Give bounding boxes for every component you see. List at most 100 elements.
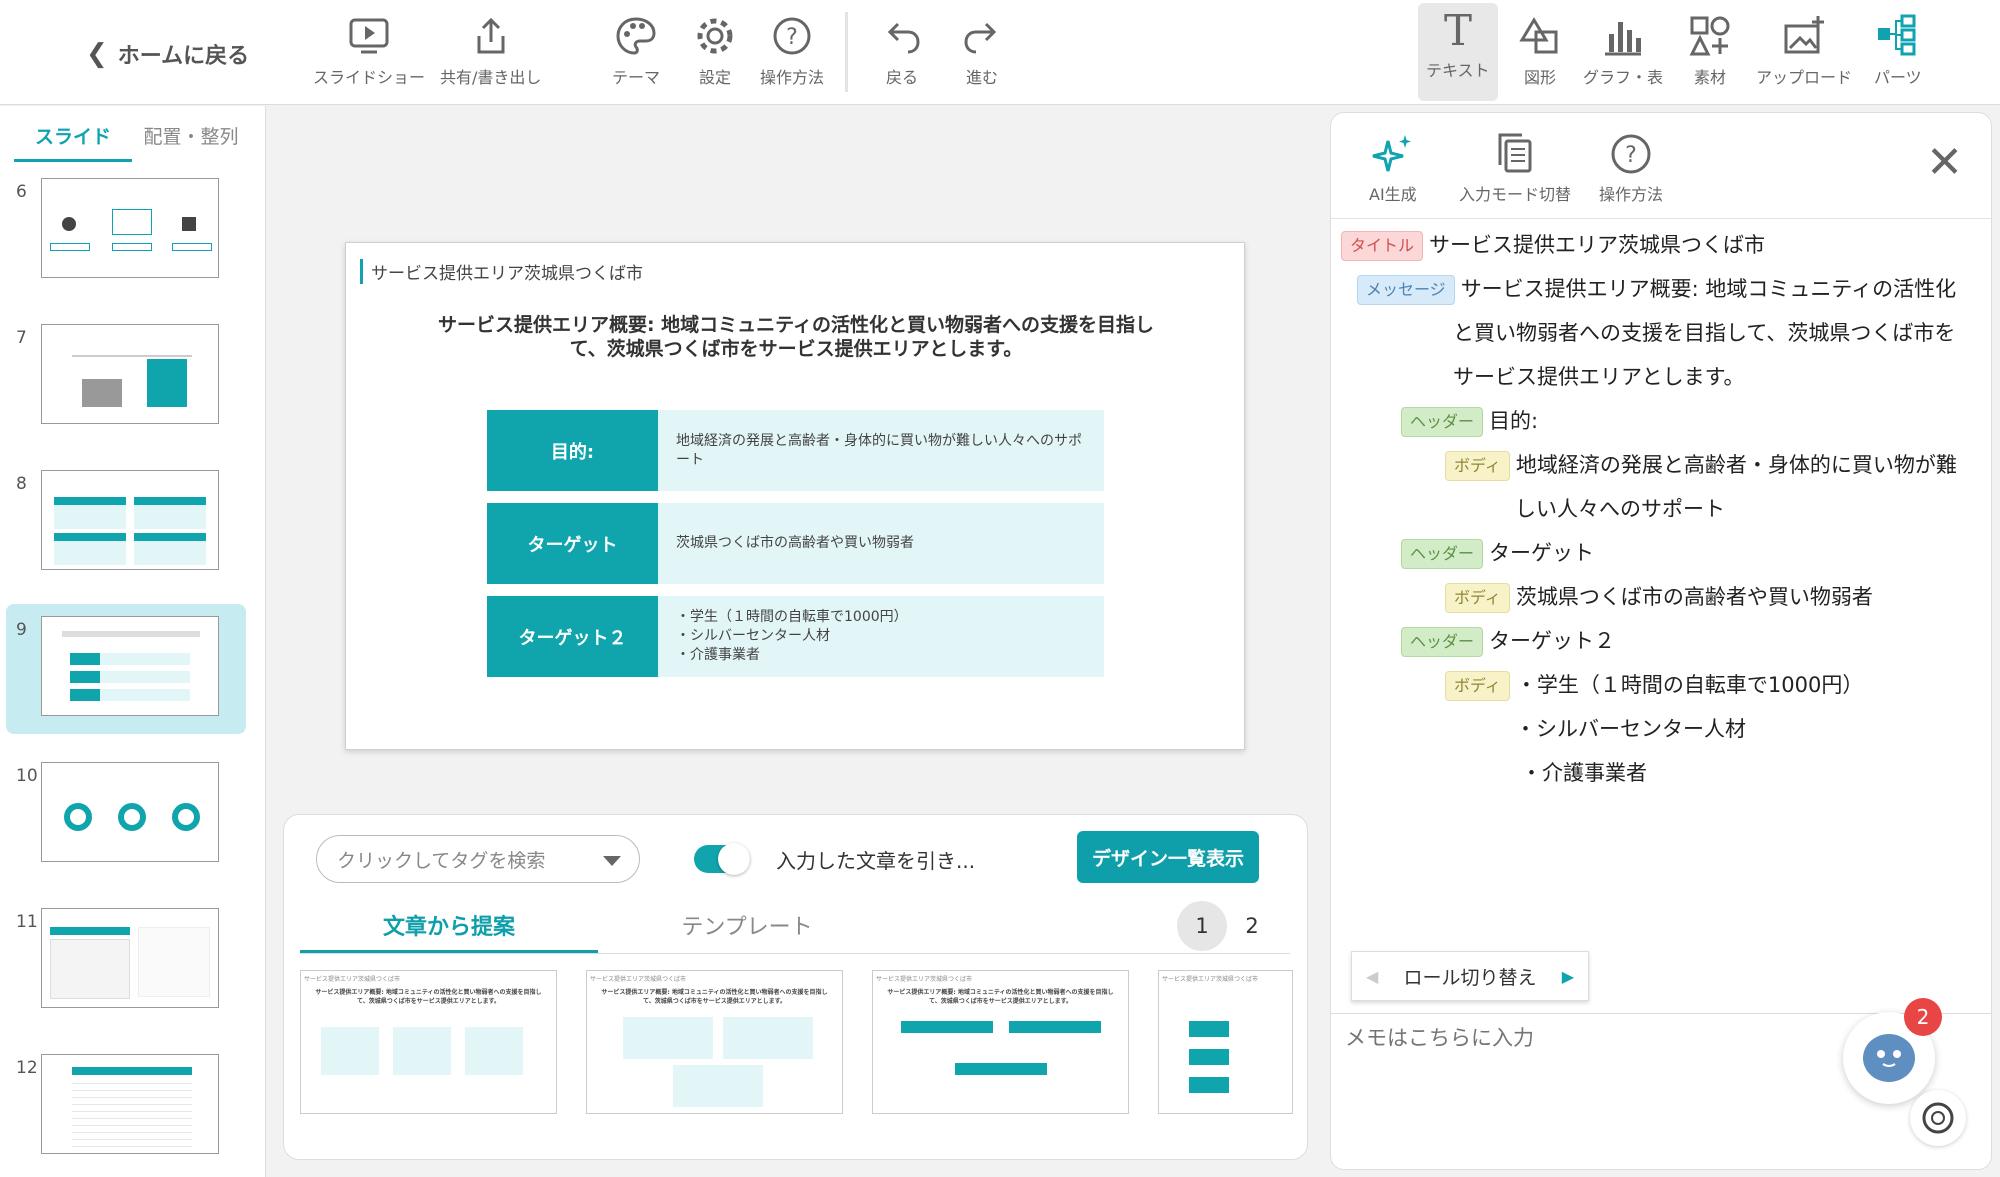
memo-input[interactable] — [1345, 1026, 1825, 1050]
slide-number: 12 — [16, 1058, 38, 1078]
slide-thumbnail-row[interactable]: 7 — [6, 312, 246, 442]
row-header: ターゲット — [487, 503, 658, 584]
text-line[interactable]: ボディ 茨城県つくば市の高齢者や買い物弱者 — [1445, 575, 1873, 619]
slide-table-row[interactable]: ターゲット２ ・学生（１時間の自転車で1000円） ・シルバーセンター人材 ・介… — [487, 596, 1104, 677]
line-text: ・介護事業者 — [1521, 761, 1647, 785]
page-button[interactable]: 1 — [1177, 901, 1227, 951]
chevron-left-icon: ❮ — [86, 39, 108, 69]
slide-thumbnail — [41, 908, 219, 1008]
carry-text-toggle[interactable] — [694, 843, 750, 875]
help-icon: ? — [773, 17, 811, 55]
text-line[interactable]: メッセージ サービス提供エリア概要: 地域コミュニティの活性化 — [1357, 267, 1956, 311]
text-line[interactable]: サービス提供エリアとします。 — [1453, 355, 1744, 399]
role-badge-header[interactable]: ヘッダー — [1401, 407, 1484, 437]
slide-thumbnail-row[interactable]: 8 — [6, 458, 246, 588]
role-badge-message[interactable]: メッセージ — [1357, 275, 1455, 305]
shape-tool-button[interactable]: 図形 — [1518, 14, 1562, 88]
chevron-left-icon[interactable]: ◀ — [1366, 967, 1378, 986]
back-home-button[interactable]: ❮ ホームに戻る — [86, 34, 249, 74]
line-text: サービス提供エリア茨城県つくば市 — [1429, 233, 1766, 257]
line-text: しい人々へのサポート — [1515, 497, 1725, 521]
close-icon[interactable]: ✕ — [1926, 141, 1963, 185]
assets-button[interactable]: 素材 — [1688, 14, 1732, 88]
line-text: ターゲット２ — [1489, 629, 1616, 653]
svg-text:T: T — [1444, 7, 1472, 51]
text-line[interactable]: ヘッダー ターゲット２ — [1401, 619, 1615, 663]
chevron-right-icon[interactable]: ▶ — [1562, 967, 1574, 986]
design-suggestion-card[interactable]: サービス提供エリア茨城県つくば市 サービス提供エリア概要: 地域コミュニティの活… — [586, 970, 843, 1114]
text-line[interactable]: ヘッダー ターゲット — [1401, 531, 1594, 575]
text-line[interactable]: ボディ 地域経済の発展と高齢者・身体的に買い物が難 — [1445, 443, 1957, 487]
line-text: 目的: — [1489, 409, 1539, 433]
tab-arrange[interactable]: 配置・整列 — [132, 106, 250, 162]
role-badge-body[interactable]: ボディ — [1445, 451, 1510, 481]
redo-icon — [964, 22, 997, 54]
slideshow-button[interactable]: スライドショー — [313, 14, 425, 88]
chart-table-button[interactable]: グラフ・表 — [1583, 14, 1663, 88]
role-badge-title[interactable]: タイトル — [1341, 231, 1424, 261]
text-line[interactable]: ヘッダー 目的: — [1401, 399, 1538, 443]
upload-icon — [1784, 16, 1824, 54]
role-badge-body[interactable]: ボディ — [1445, 671, 1510, 701]
panel-help-button[interactable]: ? 操作方法 — [1599, 131, 1663, 205]
line-text: サービス提供エリア概要: 地域コミュニティの活性化 — [1460, 277, 1957, 301]
role-switch-control[interactable]: ◀ ロール切り替え ▶ — [1351, 951, 1589, 1001]
role-badge-body[interactable]: ボディ — [1445, 583, 1510, 613]
redo-button[interactable]: 進む — [960, 14, 1004, 88]
slide-thumbnail-row[interactable]: 6 — [6, 166, 246, 296]
slide-thumbnail-row[interactable]: 12 — [6, 1042, 246, 1172]
slide-canvas[interactable]: サービス提供エリア茨城県つくば市 サービス提供エリア概要: 地域コミュニティの活… — [345, 242, 1245, 750]
slide-message[interactable]: サービス提供エリア概要: 地域コミュニティの活性化と買い物弱者への支援を目指して… — [426, 313, 1166, 361]
page-button[interactable]: 2 — [1227, 901, 1277, 951]
card-title: サービス提供エリア茨城県つくば市 — [304, 976, 401, 983]
design-suggestion-card[interactable]: サービス提供エリア茨城県つくば市 サービス提供エリア概要: 地域コミュニティの活… — [300, 970, 557, 1114]
text-line[interactable]: ・シルバーセンター人材 — [1515, 707, 1746, 751]
row-body: 茨城県つくば市の高齢者や買い物弱者 — [658, 503, 1104, 584]
tab-suggest-from-text[interactable]: 文章から提案 — [300, 909, 598, 953]
slide-number: 6 — [16, 182, 27, 202]
role-badge-header[interactable]: ヘッダー — [1401, 539, 1484, 569]
toggle-knob — [718, 843, 750, 875]
tag-search-dropdown[interactable]: クリックしてタグを検索 — [316, 835, 640, 883]
slide-title[interactable]: サービス提供エリア茨城県つくば市 — [360, 259, 643, 284]
slide-thumbnail-row[interactable]: 10 — [6, 750, 246, 880]
share-icon — [477, 17, 505, 54]
design-list-button[interactable]: デザイン一覧表示 — [1077, 831, 1259, 883]
share-export-button[interactable]: 共有/書き出し — [440, 14, 541, 88]
openai-icon[interactable] — [1910, 1090, 1966, 1146]
slide-thumbnail — [41, 616, 219, 716]
top-toolbar: ❮ ホームに戻る スライドショー 共有/書き出し テーマ 設定 ? 操作方法 戻… — [0, 0, 2000, 105]
text-line[interactable]: タイトル サービス提供エリア茨城県つくば市 — [1341, 223, 1765, 267]
role-switch-label: ロール切り替え — [1403, 966, 1537, 989]
design-suggestion-card[interactable]: サービス提供エリア茨城県つくば市 サービス提供エリア概要: 地域コミュニティの活… — [872, 970, 1129, 1114]
slideshow-icon — [349, 18, 389, 54]
upload-button[interactable]: アップロード — [1756, 14, 1852, 88]
theme-button[interactable]: テーマ — [612, 14, 660, 88]
tab-template[interactable]: テンプレート — [598, 909, 896, 953]
settings-button[interactable]: 設定 — [693, 14, 737, 88]
parts-button[interactable]: パーツ — [1874, 14, 1922, 88]
slide-thumbnail — [41, 1054, 219, 1154]
help-button[interactable]: ? 操作方法 — [760, 14, 824, 88]
undo-button[interactable]: 戻る — [880, 14, 924, 88]
text-line[interactable]: と買い物弱者への支援を目指して、茨城県つくば市を — [1453, 311, 1955, 355]
slide-table-row[interactable]: 目的: 地域経済の発展と高齢者・身体的に買い物が難しい人々へのサポート — [487, 410, 1104, 491]
text-line[interactable]: ・介護事業者 — [1521, 751, 1647, 795]
slide-thumbnail-row[interactable]: 11 — [6, 896, 246, 1026]
slide-sidebar: スライド 配置・整列 6 7 8 9 10 11 12 — [0, 106, 266, 1177]
toggle-label: 入力した文章を引き... — [776, 849, 976, 873]
text-tool-label: テキスト — [1426, 61, 1490, 80]
text-tool-button[interactable]: T テキスト — [1418, 3, 1498, 101]
text-line[interactable]: ボディ ・学生（１時間の自転車で1000円） — [1445, 663, 1863, 707]
text-line[interactable]: しい人々へのサポート — [1515, 487, 1725, 531]
input-mode-toggle-button[interactable]: 入力モード切替 — [1459, 131, 1571, 205]
role-badge-header[interactable]: ヘッダー — [1401, 627, 1484, 657]
tab-slides[interactable]: スライド — [14, 106, 132, 162]
slide-table-row[interactable]: ターゲット 茨城県つくば市の高齢者や買い物弱者 — [487, 503, 1104, 584]
card-message: サービス提供エリア概要: 地域コミュニティの活性化と買い物弱者への支援を目指して… — [887, 989, 1114, 1005]
toolbar-divider — [845, 12, 848, 92]
design-suggestion-card[interactable]: サービス提供エリア茨城県つくば市 — [1158, 970, 1293, 1114]
line-text: ターゲット — [1489, 541, 1595, 565]
ai-generate-button[interactable]: AI生成 — [1369, 131, 1417, 205]
slide-thumbnail-row[interactable]: 9 — [6, 604, 246, 734]
